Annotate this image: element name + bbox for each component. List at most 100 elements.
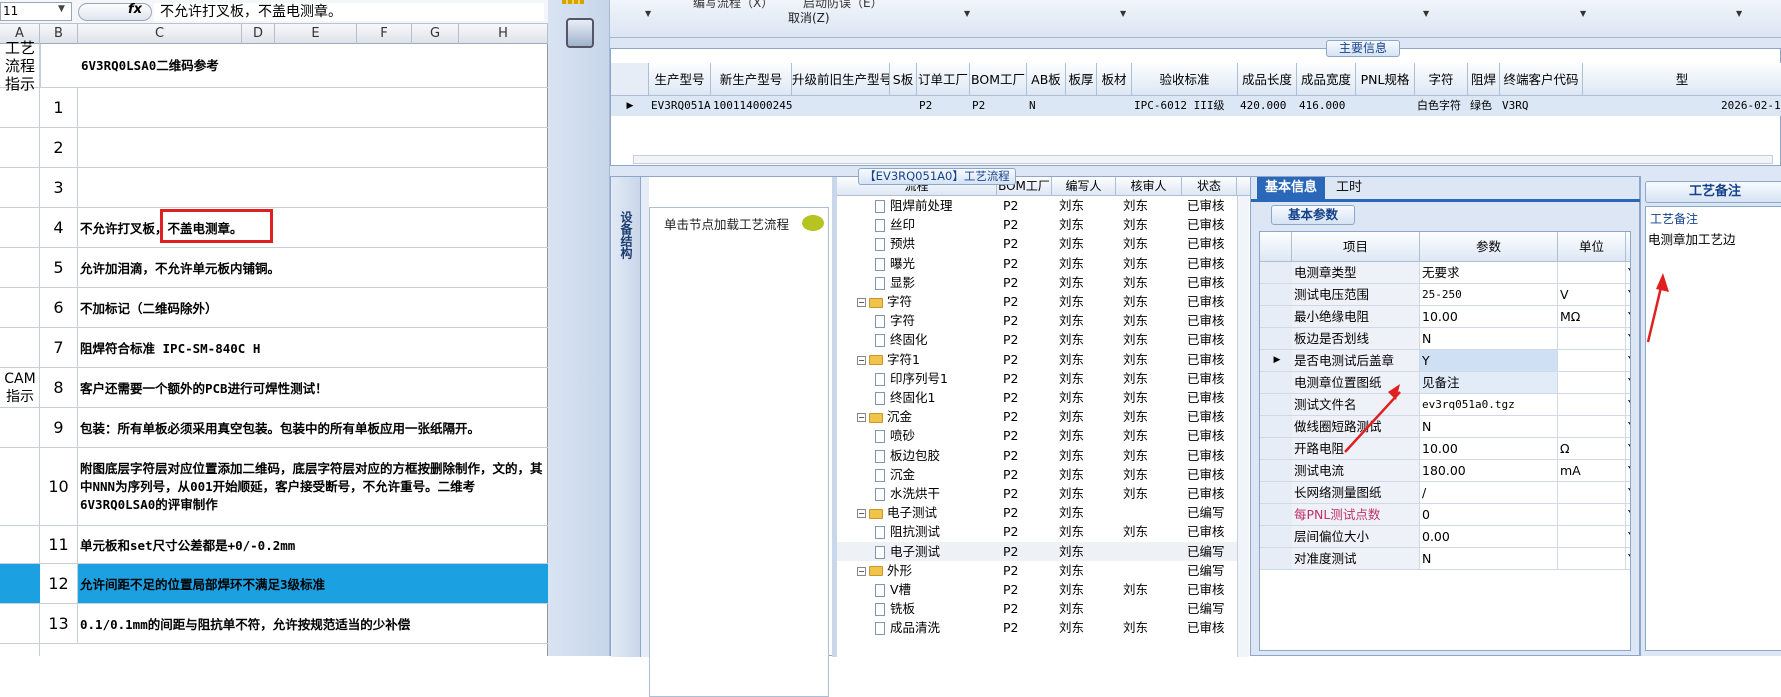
param-mod[interactable]: Y: [1626, 350, 1630, 371]
row-number[interactable]: 12: [40, 564, 78, 603]
excel-row[interactable]: 12 允许间距不足的位置局部焊环不满足3级标准: [0, 564, 548, 604]
column-header[interactable]: 生产型号: [649, 63, 711, 96]
param-unit[interactable]: [1558, 548, 1626, 569]
grid-cell[interactable]: EV3RQ051A0: [651, 96, 711, 116]
row-cell[interactable]: 允许加泪滴，不允许单元板内铺铜。: [78, 248, 548, 287]
param-param[interactable]: /: [1420, 482, 1558, 503]
column-header[interactable]: 订单工厂: [917, 63, 970, 96]
param-unit[interactable]: [1558, 394, 1626, 415]
param-row[interactable]: 电测章位置图纸见备注 Y: [1260, 372, 1630, 394]
column-header[interactable]: 板厚: [1066, 63, 1097, 96]
excel-row[interactable]: 4 不允许打叉板，不盖电测章。: [0, 208, 548, 248]
column-header[interactable]: C: [78, 24, 242, 44]
row-cell[interactable]: 0.1/0.1mm的间距与阻抗单不符，允许按规范适当的少补偿: [78, 604, 548, 643]
tree-row[interactable]: − 沉金 P2 刘东 刘东 已审核: [837, 407, 1245, 426]
param-mod[interactable]: Y: [1626, 372, 1630, 393]
row-cell[interactable]: 不允许打叉板，不盖电测章。: [78, 208, 548, 247]
excel-row[interactable]: 10 附图底层字符层对应位置添加二维码，底层字符层对应的方框按删除制作，文的，其中…: [0, 448, 548, 526]
excel-row[interactable]: 2: [0, 128, 548, 168]
collapse-icon[interactable]: −: [857, 355, 866, 365]
collapse-icon[interactable]: −: [857, 509, 866, 519]
param-unit[interactable]: MΩ: [1558, 306, 1626, 327]
fx-icon[interactable]: fx: [128, 2, 142, 17]
excel-row[interactable]: 5 允许加泪滴，不允许单元板内铺铜。: [0, 248, 548, 288]
grid-cell[interactable]: P2: [919, 96, 970, 116]
column-header[interactable]: AB板: [1027, 63, 1066, 96]
tab-process-remark[interactable]: 工艺备注: [1645, 181, 1781, 203]
tree-row[interactable]: 成品清洗 P2 刘东 刘东 已审核: [837, 618, 1245, 637]
chevron-down-icon[interactable]: ▼: [1736, 9, 1742, 18]
excel-row[interactable]: 11 单元板和set尺寸公差都是+0/-0.2mm: [0, 526, 548, 564]
tree-node[interactable]: − 电子测试: [857, 503, 997, 522]
param-column-header[interactable]: 单位: [1558, 232, 1626, 262]
tree-node[interactable]: − 字符1: [857, 350, 997, 369]
param-param[interactable]: 10.00: [1420, 438, 1558, 459]
tree-row[interactable]: 水洗烘干 P2 刘东 刘东 已审核: [837, 484, 1245, 503]
grid-cell[interactable]: 420.000: [1240, 96, 1297, 116]
tree-node[interactable]: 成品清洗: [875, 618, 997, 637]
param-unit[interactable]: Ω: [1558, 438, 1626, 459]
param-row[interactable]: 开路电阻10.00ΩY: [1260, 438, 1630, 460]
row-number[interactable]: 4: [40, 208, 78, 247]
tree-row[interactable]: 阻抗测试 P2 刘东 刘东 已审核: [837, 522, 1245, 541]
row-number[interactable]: 9: [40, 408, 78, 447]
param-param[interactable]: N: [1420, 328, 1558, 349]
chevron-down-icon[interactable]: ▼: [645, 9, 651, 18]
row-number[interactable]: 11: [40, 526, 78, 563]
param-unit[interactable]: [1558, 526, 1626, 547]
param-param[interactable]: 0.00: [1420, 526, 1558, 547]
row-selector[interactable]: ▶: [1260, 350, 1292, 371]
row-selector[interactable]: [1260, 526, 1292, 547]
column-header[interactable]: B: [40, 24, 78, 44]
row-number[interactable]: 6: [40, 288, 78, 327]
tree-node[interactable]: 水洗烘干: [875, 484, 997, 503]
calculator-icon[interactable]: [566, 18, 594, 48]
tree-node[interactable]: − 外形: [857, 561, 997, 580]
row-number[interactable]: 2: [40, 128, 78, 167]
column-header[interactable]: PNL规格: [1356, 63, 1415, 96]
grid-cell[interactable]: P2: [972, 96, 1027, 116]
excel-row[interactable]: 8 客户还需要一个额外的PCB进行可焊性测试！: [0, 368, 548, 408]
collapse-icon[interactable]: −: [857, 298, 866, 307]
row-selector[interactable]: [1260, 262, 1292, 283]
param-mod[interactable]: Y: [1626, 526, 1630, 547]
row-selector[interactable]: [1260, 416, 1292, 437]
grid-cell[interactable]: 绿色: [1470, 96, 1500, 116]
row-selector[interactable]: [1260, 372, 1292, 393]
tree-node[interactable]: 字符: [875, 311, 997, 330]
tree-column-header[interactable]: 核审人: [1116, 177, 1182, 196]
tree-node[interactable]: 终固化: [875, 330, 997, 349]
row-selector[interactable]: [1260, 548, 1292, 569]
column-header[interactable]: E: [275, 24, 357, 44]
side-tab-equipment[interactable]: 设备结构: [615, 211, 635, 259]
tree-row[interactable]: 终固化 P2 刘东 刘东 已审核: [837, 330, 1245, 349]
param-mod[interactable]: Y: [1626, 306, 1630, 327]
splitter[interactable]: [641, 177, 649, 657]
chevron-down-icon[interactable]: ▼: [1423, 9, 1429, 18]
param-unit[interactable]: [1558, 328, 1626, 349]
excel-row[interactable]: 6 不加标记（二维码除外）: [0, 288, 548, 328]
tree-node[interactable]: 显影: [875, 273, 997, 292]
row-number[interactable]: 5: [40, 248, 78, 287]
tree-row[interactable]: 电子测试 P2 刘东 已编写: [837, 541, 1245, 561]
tree-node[interactable]: 板边包胶: [875, 446, 997, 465]
row-cell[interactable]: [78, 88, 548, 127]
header-left-cell[interactable]: 工艺流程指示: [0, 39, 40, 93]
chevron-down-icon[interactable]: ▼: [58, 4, 65, 14]
tab-basic-info[interactable]: 基本信息: [1257, 177, 1325, 199]
param-row[interactable]: 每PNL测试点数0 Y: [1260, 504, 1630, 526]
tree-row[interactable]: 铣板 P2 刘东 已编写: [837, 599, 1245, 618]
tree-node[interactable]: 喷砂: [875, 426, 997, 445]
column-header[interactable]: D: [242, 24, 275, 44]
tree-node[interactable]: 印序列号1: [875, 369, 997, 388]
param-mod[interactable]: Y: [1626, 284, 1630, 305]
param-param[interactable]: 无要求: [1420, 262, 1558, 283]
param-unit[interactable]: [1558, 372, 1626, 393]
param-param[interactable]: 180.00: [1420, 460, 1558, 481]
grid-cell[interactable]: N: [1029, 96, 1066, 116]
row-selector[interactable]: [1260, 460, 1292, 481]
grid-cell[interactable]: 2026-02-12: [1721, 96, 1781, 116]
param-unit[interactable]: [1558, 416, 1626, 437]
param-param[interactable]: N: [1420, 416, 1558, 437]
row-selector[interactable]: [1260, 482, 1292, 503]
